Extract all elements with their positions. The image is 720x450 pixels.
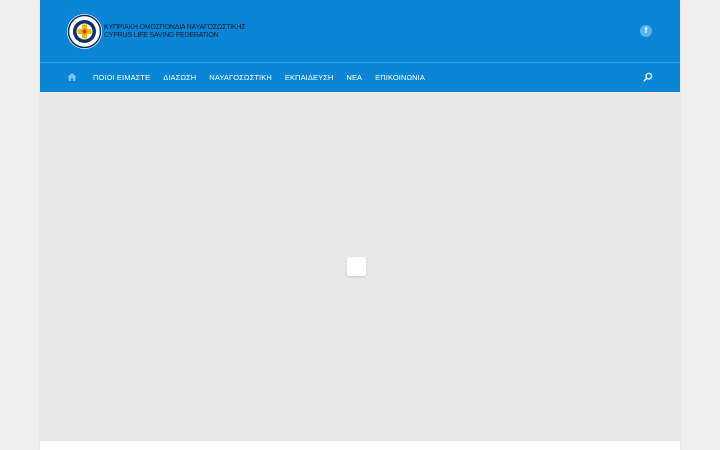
search-icon[interactable]	[643, 72, 653, 82]
nav-item-contact[interactable]: ΕΠΙΚΟΙΝΩΝΙΑ	[375, 73, 425, 82]
logo-text: ΚΥΠΡΙΑΚΗ ΟΜΟΣΠΟΝΔΙΑ ΝΑΥΑΓΟΣΩΣΤΙΚΗΣ CYPRU…	[104, 23, 246, 40]
federation-seal-icon	[67, 14, 102, 49]
site-logo[interactable]: ΚΥΠΡΙΑΚΗ ΟΜΟΣΠΟΝΔΙΑ ΝΑΥΑΓΟΣΩΣΤΙΚΗΣ CYPRU…	[67, 14, 246, 49]
nav-menu: ΠΟΙΟΙ ΕΙΜΑΣΤΕ ΔΙΑΣΩΣΗ ΝΑΥΑΓΟΣΩΣΤΙΚΗ ΕΚΠΑ…	[93, 63, 438, 92]
footer-strip	[40, 441, 680, 450]
nav-item-training[interactable]: ΕΚΠΑΙΔΕΥΣΗ	[285, 73, 334, 82]
nav-item-lifesaving[interactable]: ΝΑΥΑΓΟΣΩΣΤΙΚΗ	[209, 73, 272, 82]
nav-item-about[interactable]: ΠΟΙΟΙ ΕΙΜΑΣΤΕ	[93, 73, 150, 82]
site-header: ΚΥΠΡΙΑΚΗ ΟΜΟΣΠΟΝΔΙΑ ΝΑΥΑΓΟΣΩΣΤΙΚΗΣ CYPRU…	[40, 0, 680, 62]
nav-item-news[interactable]: ΝΕΑ	[346, 73, 362, 82]
logo-title-greek: ΚΥΠΡΙΑΚΗ ΟΜΟΣΠΟΝΔΙΑ ΝΑΥΑΓΟΣΩΣΤΙΚΗΣ	[104, 23, 246, 31]
page-container: ΚΥΠΡΙΑΚΗ ΟΜΟΣΠΟΝΔΙΑ ΝΑΥΑΓΟΣΩΣΤΙΚΗΣ CYPRU…	[40, 0, 680, 450]
loading-spinner	[347, 257, 366, 276]
main-nav: ΠΟΙΟΙ ΕΙΜΑΣΤΕ ΔΙΑΣΩΣΗ ΝΑΥΑΓΟΣΩΣΤΙΚΗ ΕΚΠΑ…	[40, 62, 680, 92]
nav-item-rescue[interactable]: ΔΙΑΣΩΣΗ	[163, 73, 196, 82]
logo-title-english: CYPRUS LIFE SAVING FEDERATION	[104, 31, 219, 39]
home-icon[interactable]	[67, 72, 77, 82]
facebook-icon[interactable]: f	[640, 25, 652, 37]
